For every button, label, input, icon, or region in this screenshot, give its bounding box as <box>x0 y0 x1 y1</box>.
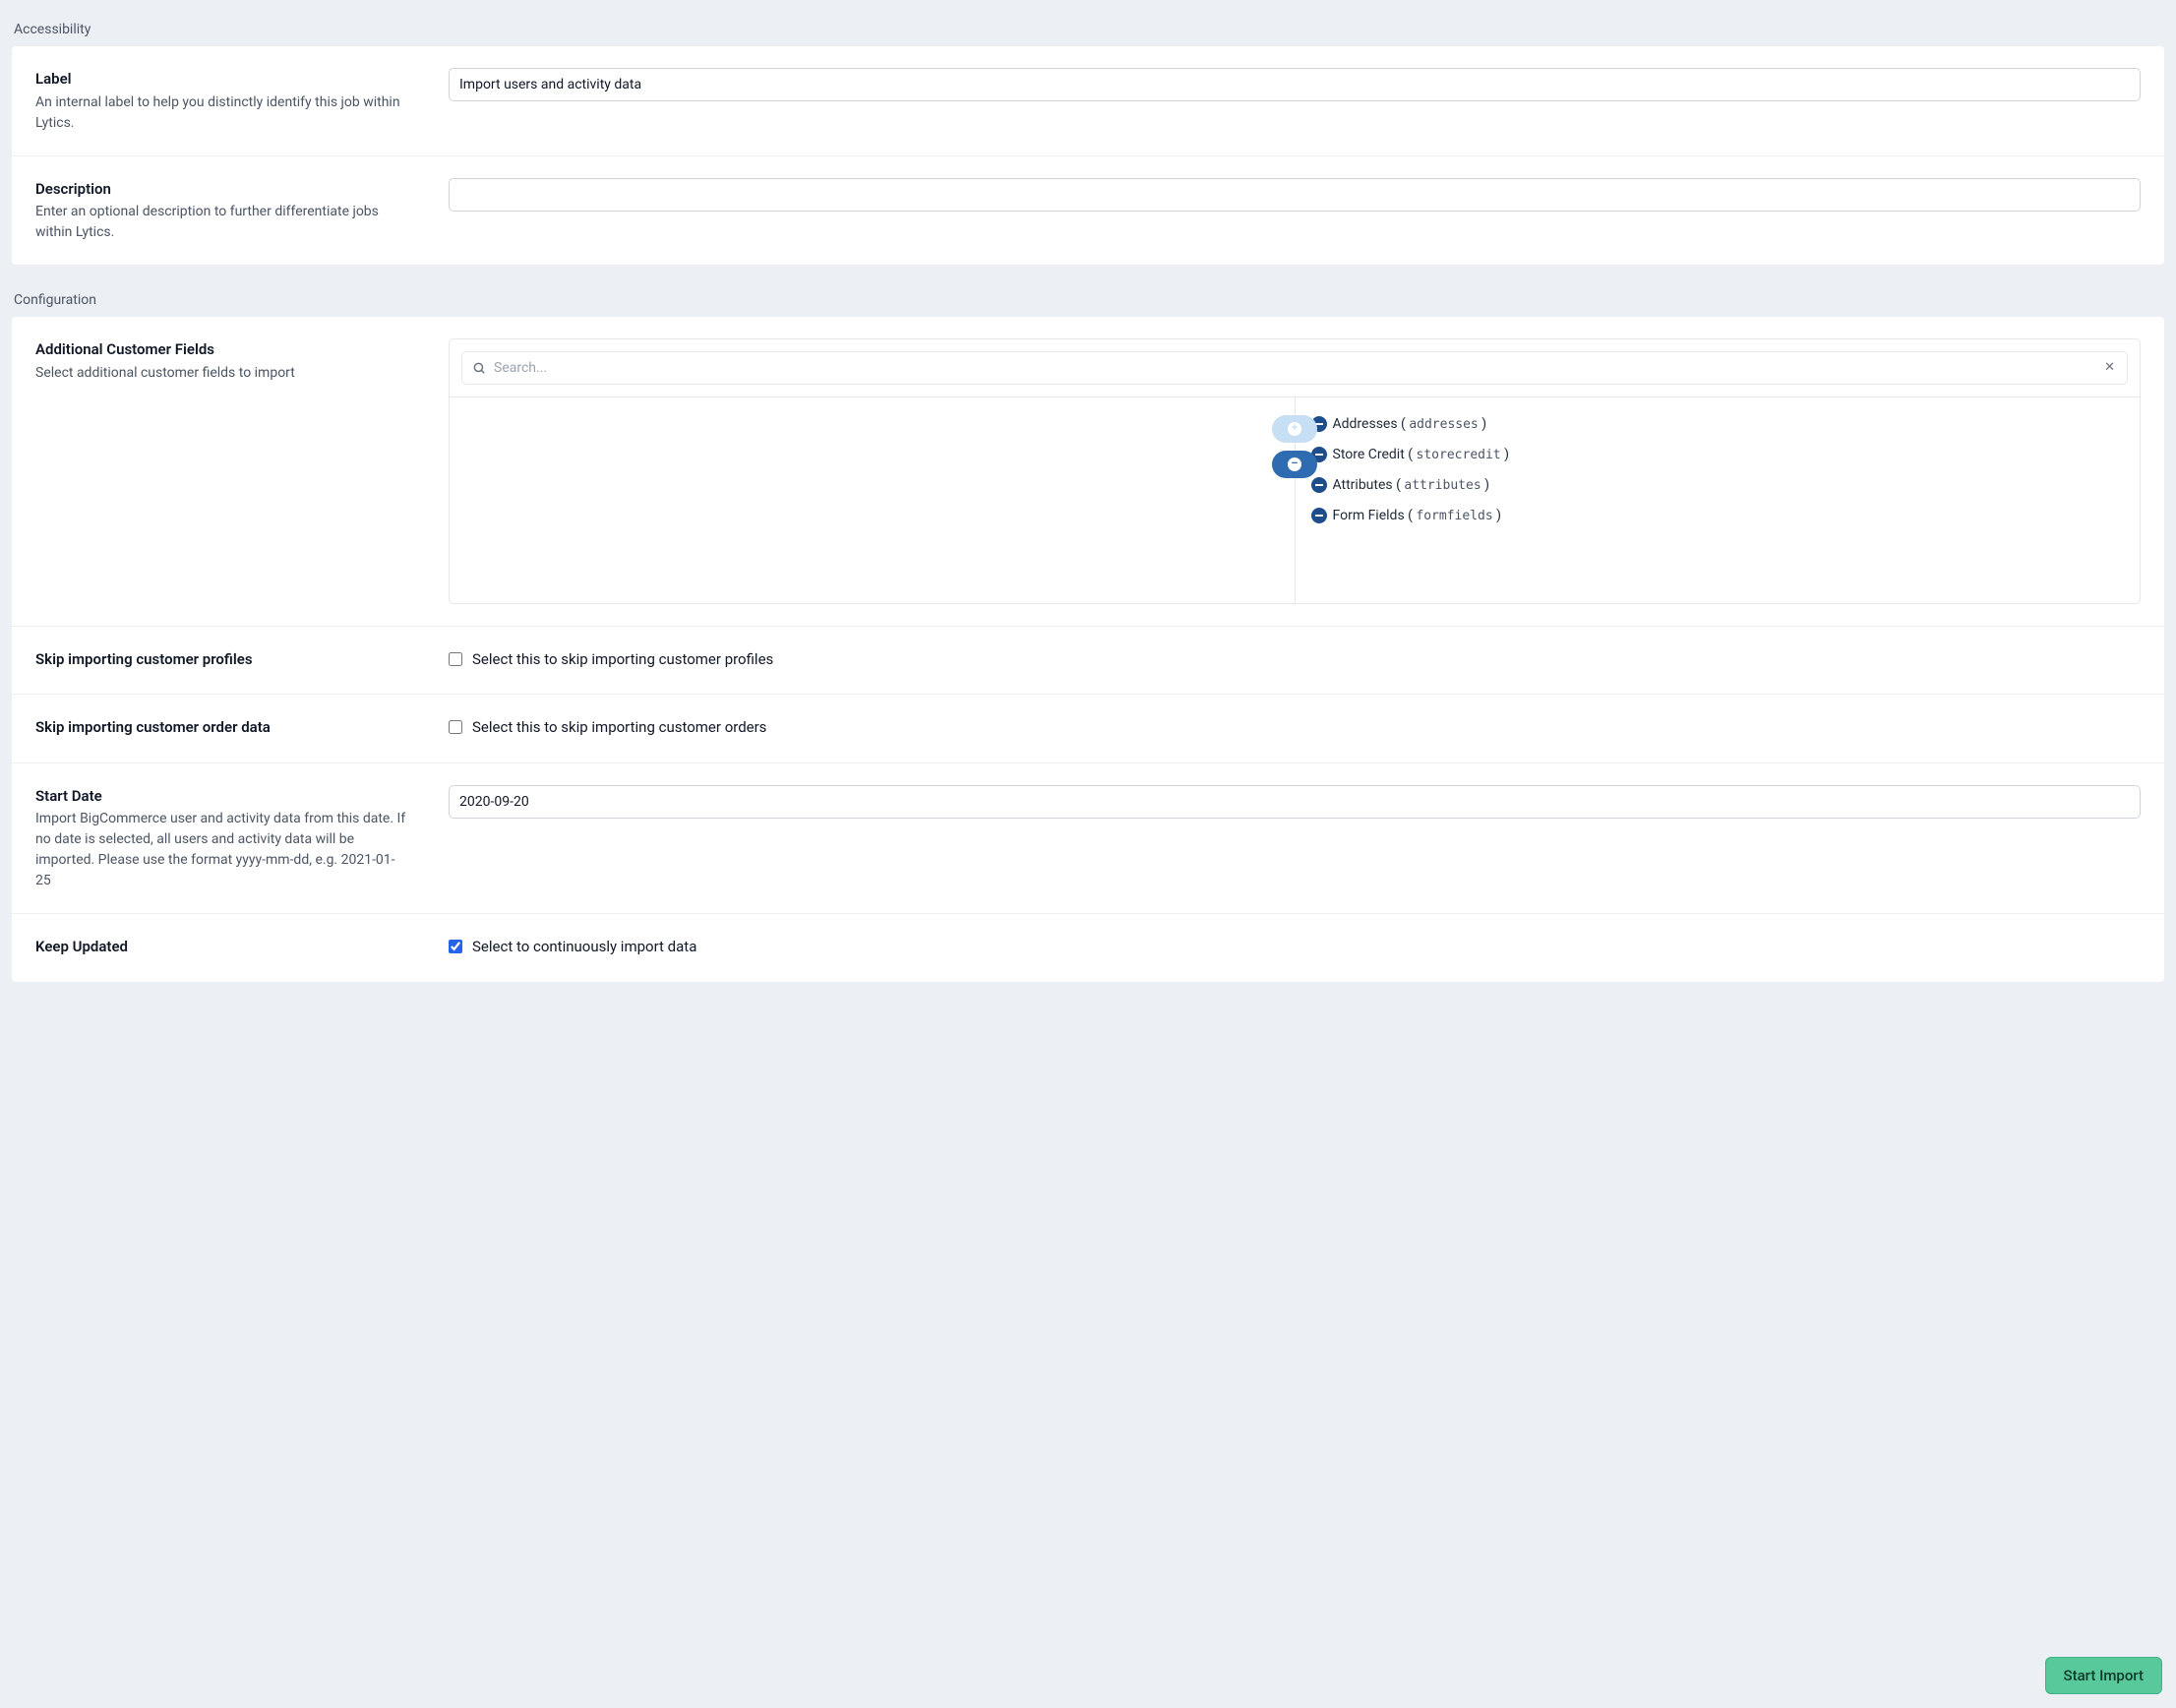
start-import-button[interactable]: Start Import <box>2045 1657 2162 1694</box>
list-item-label: Form Fields ( formfields ) <box>1333 506 1502 526</box>
accessibility-card: Label An internal label to help you dist… <box>12 46 2164 265</box>
list-item[interactable]: Form Fields ( formfields ) <box>1311 501 2125 531</box>
list-item[interactable]: Store Credit ( storecredit ) <box>1311 440 2125 470</box>
dual-list-search[interactable]: ✕ <box>461 351 2128 385</box>
field-title-skip-orders: Skip importing customer order data <box>35 716 409 739</box>
dual-list-available <box>450 397 1296 603</box>
list-item-label: Addresses ( addresses ) <box>1333 414 1487 435</box>
clear-search-icon[interactable]: ✕ <box>2102 358 2117 378</box>
list-item[interactable]: Attributes ( attributes ) <box>1311 470 2125 501</box>
field-row-keep-updated: Keep Updated Select to continuously impo… <box>12 914 2164 982</box>
description-input[interactable] <box>449 178 2141 212</box>
field-help-label: An internal label to help you distinctly… <box>35 92 409 134</box>
dual-list-selected: Addresses ( addresses ) Store Credit ( st… <box>1296 397 2141 603</box>
field-row-label: Label An internal label to help you dist… <box>12 46 2164 156</box>
dual-list-search-input[interactable] <box>494 360 2094 376</box>
skip-orders-checkbox[interactable] <box>449 720 462 734</box>
remove-icon[interactable] <box>1311 508 1327 523</box>
remove-all-button[interactable]: − <box>1272 451 1317 478</box>
skip-profiles-checkbox[interactable] <box>449 652 462 666</box>
field-help-start-date: Import BigCommerce user and activity dat… <box>35 809 409 891</box>
list-item-code: formfields <box>1416 509 1492 523</box>
field-title-additional-fields: Additional Customer Fields <box>35 338 409 361</box>
field-row-skip-profiles: Skip importing customer profiles Select … <box>12 627 2164 696</box>
skip-orders-checkbox-label: Select this to skip importing customer o… <box>472 716 766 739</box>
field-title-start-date: Start Date <box>35 785 409 808</box>
field-row-description: Description Enter an optional descriptio… <box>12 156 2164 266</box>
list-item-code: storecredit <box>1417 448 1501 462</box>
field-row-start-date: Start Date Import BigCommerce user and a… <box>12 763 2164 915</box>
list-item-label: Attributes ( attributes ) <box>1333 475 1490 496</box>
field-title-label: Label <box>35 68 409 91</box>
dual-list: ✕ + − Addresses ( addresses )Store <box>449 338 2141 604</box>
search-icon <box>472 361 486 375</box>
field-title-skip-profiles: Skip importing customer profiles <box>35 648 409 671</box>
section-header-configuration: Configuration <box>0 282 2176 317</box>
field-help-additional-fields: Select additional customer fields to imp… <box>35 363 409 384</box>
keep-updated-checkbox-label: Select to continuously import data <box>472 936 696 958</box>
field-title-description: Description <box>35 178 409 201</box>
list-item-label: Store Credit ( storecredit ) <box>1333 445 1509 465</box>
field-row-skip-orders: Skip importing customer order data Selec… <box>12 695 2164 763</box>
add-all-button[interactable]: + <box>1272 415 1317 443</box>
keep-updated-checkbox[interactable] <box>449 940 462 953</box>
list-item[interactable]: Addresses ( addresses ) <box>1311 409 2125 440</box>
list-item-code: addresses <box>1409 417 1478 432</box>
skip-profiles-checkbox-label: Select this to skip importing customer p… <box>472 648 773 671</box>
field-row-additional-fields: Additional Customer Fields Select additi… <box>12 317 2164 627</box>
remove-icon[interactable] <box>1311 477 1327 493</box>
field-help-description: Enter an optional description to further… <box>35 202 409 243</box>
list-item-code: attributes <box>1404 478 1481 493</box>
configuration-card: Additional Customer Fields Select additi… <box>12 317 2164 982</box>
label-input[interactable] <box>449 68 2141 101</box>
field-title-keep-updated: Keep Updated <box>35 936 409 958</box>
section-header-accessibility: Accessibility <box>0 12 2176 46</box>
start-date-input[interactable] <box>449 785 2141 819</box>
